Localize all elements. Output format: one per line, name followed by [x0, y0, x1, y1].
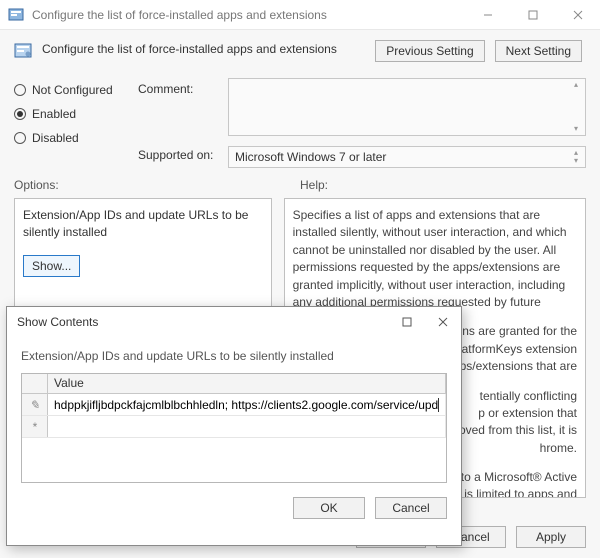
- scroll-spinner[interactable]: ▴▾: [569, 149, 583, 165]
- grid-row[interactable]: ✎: [22, 394, 446, 416]
- radio-icon: [14, 84, 26, 96]
- grid-corner: [22, 374, 48, 393]
- apply-button[interactable]: Apply: [516, 526, 586, 548]
- radio-label: Disabled: [32, 131, 79, 145]
- dialog-maximize-button[interactable]: [389, 307, 425, 337]
- value-cell-input[interactable]: [54, 420, 439, 434]
- dialog-cancel-button[interactable]: Cancel: [375, 497, 447, 519]
- supported-on-label: Supported on:: [138, 148, 228, 162]
- dialog-close-button[interactable]: [425, 307, 461, 337]
- radio-disabled[interactable]: Disabled: [14, 126, 138, 150]
- supported-on-field: Microsoft Windows 7 or later ▴▾: [228, 146, 586, 168]
- scroll-spinner[interactable]: ▴▾: [569, 81, 583, 133]
- radio-label: Not Configured: [32, 83, 113, 97]
- radio-label: Enabled: [32, 107, 76, 121]
- options-item-label: Extension/App IDs and update URLs to be …: [23, 207, 263, 241]
- supported-on-text: Microsoft Windows 7 or later: [235, 150, 386, 164]
- help-label: Help:: [300, 178, 328, 192]
- dialog-titlebar: Show Contents: [7, 307, 461, 337]
- comment-label: Comment:: [138, 82, 228, 96]
- options-label: Options:: [14, 178, 300, 192]
- dialog-ok-button[interactable]: OK: [293, 497, 365, 519]
- radio-enabled[interactable]: Enabled: [14, 102, 138, 126]
- radio-icon: [14, 108, 26, 120]
- help-text: Specifies a list of apps and extensions …: [293, 207, 577, 311]
- maximize-button[interactable]: [510, 0, 555, 30]
- grid-row[interactable]: *: [22, 416, 446, 438]
- value-grid[interactable]: Value ✎ *: [21, 373, 447, 483]
- window-title: Configure the list of force-installed ap…: [32, 8, 465, 22]
- window-titlebar: Configure the list of force-installed ap…: [0, 0, 600, 30]
- row-marker: ✎: [22, 394, 48, 415]
- row-marker: *: [22, 416, 48, 437]
- minimize-button[interactable]: [465, 0, 510, 30]
- previous-setting-button[interactable]: Previous Setting: [375, 40, 484, 62]
- show-contents-dialog: Show Contents Extension/App IDs and upda…: [6, 306, 462, 546]
- next-setting-button[interactable]: Next Setting: [495, 40, 582, 62]
- policy-heading: Configure the list of force-installed ap…: [42, 40, 375, 56]
- dialog-title: Show Contents: [17, 315, 389, 329]
- policy-icon: [14, 42, 32, 60]
- close-button[interactable]: [555, 0, 600, 30]
- radio-icon: [14, 132, 26, 144]
- comment-textbox[interactable]: ▴▾: [228, 78, 586, 136]
- show-button[interactable]: Show...: [23, 255, 80, 277]
- grid-header-value: Value: [48, 374, 446, 393]
- app-icon: [8, 7, 24, 23]
- value-cell-input[interactable]: [54, 398, 438, 412]
- radio-not-configured[interactable]: Not Configured: [14, 78, 138, 102]
- dialog-subtitle: Extension/App IDs and update URLs to be …: [21, 349, 447, 363]
